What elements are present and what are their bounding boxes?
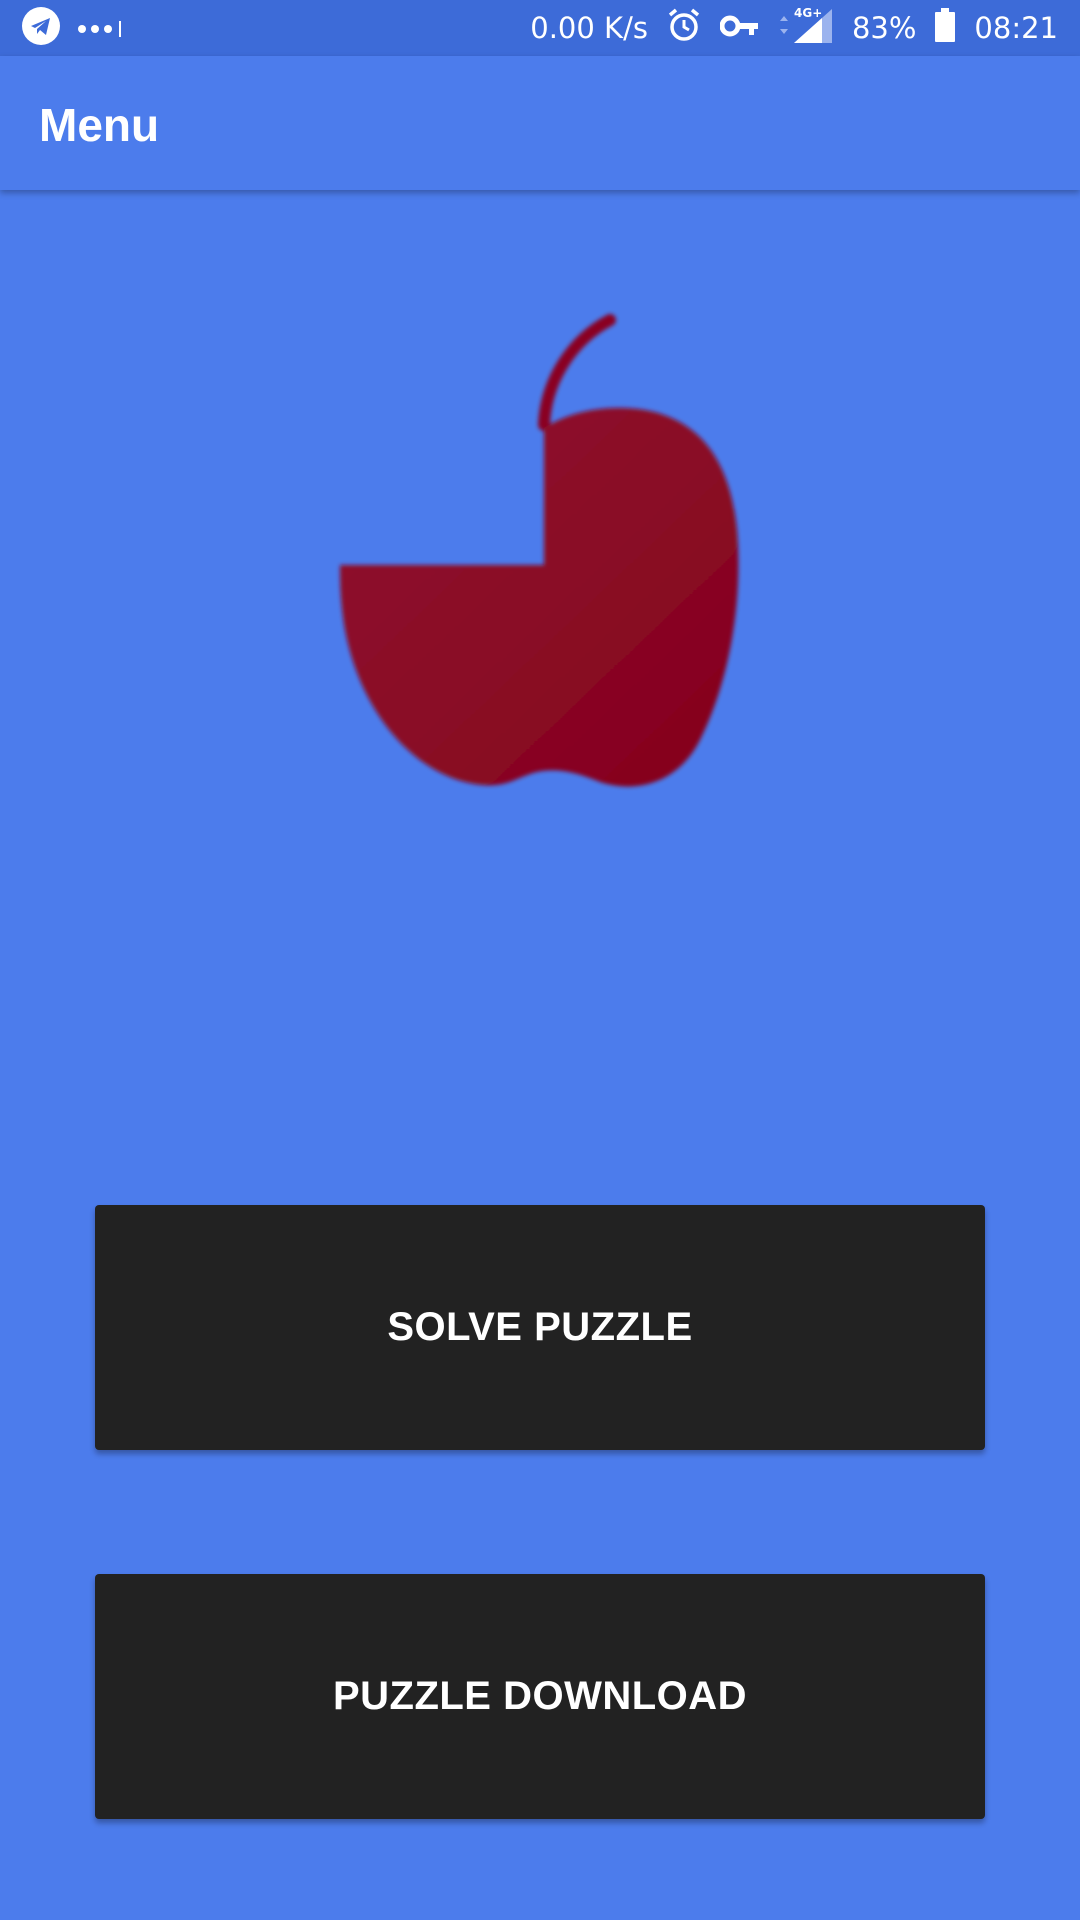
solve-puzzle-button[interactable]: SOLVE PUZZLE [95, 1205, 985, 1450]
battery-icon [934, 7, 956, 50]
net-speed: 0.00 K/s [530, 11, 648, 45]
status-left-icons [22, 6, 121, 48]
app-bar: Menu [0, 56, 1080, 190]
page-title: Menu [39, 99, 160, 151]
svg-text:4G+: 4G+ [794, 6, 822, 20]
status-bar: 0.00 K/s 4G+ 83% 08:21 [0, 0, 1080, 56]
vpn-key-icon [719, 11, 760, 45]
puzzle-download-button[interactable]: PUZZLE DOWNLOAD [95, 1574, 985, 1819]
signal-4g-icon: 4G+ [778, 5, 834, 52]
apple-puzzle-icon [310, 300, 770, 800]
status-right-icons: 0.00 K/s 4G+ 83% 08:21 [530, 6, 1058, 50]
telegram-icon [22, 6, 60, 52]
alarm-icon [666, 7, 702, 50]
overflow-dots-icon [78, 21, 121, 37]
clock: 08:21 [974, 11, 1058, 45]
battery-percent: 83% [851, 11, 917, 45]
